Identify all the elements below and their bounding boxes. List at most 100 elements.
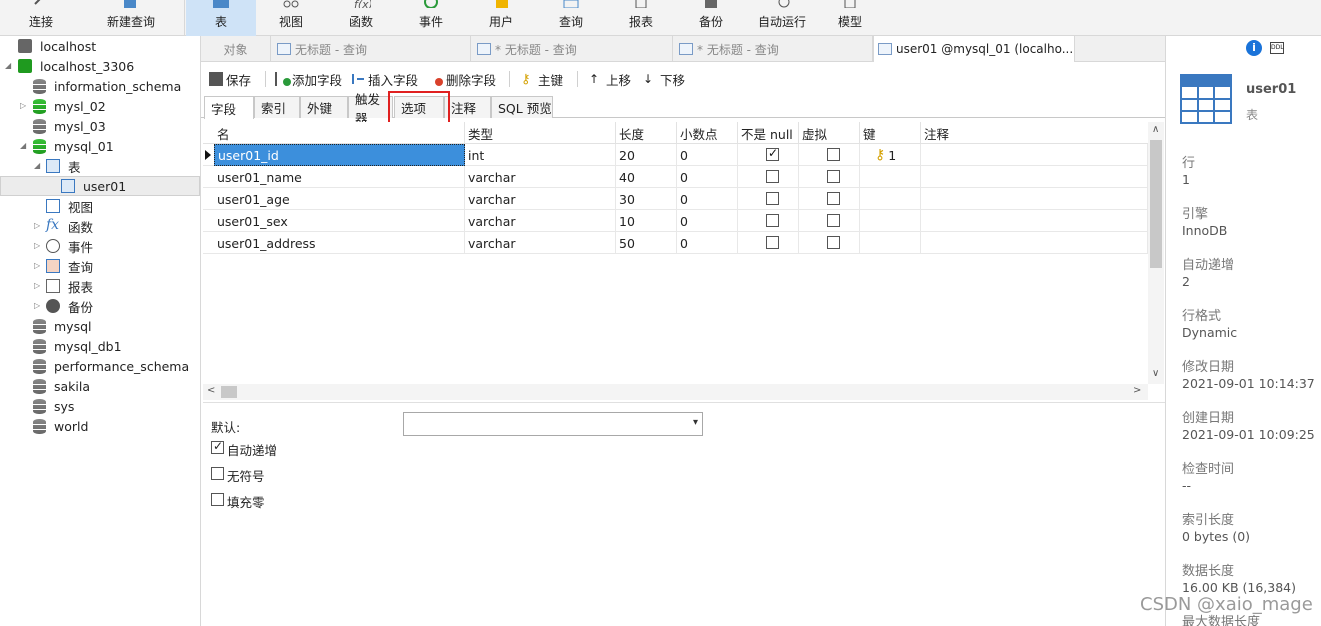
cell-type[interactable]: varchar: [465, 188, 616, 210]
tab-query-3[interactable]: * 无标题 - 查询: [673, 36, 873, 62]
cell-virtual[interactable]: [799, 166, 860, 188]
cell-virtual[interactable]: [799, 232, 860, 254]
tab-user01-design[interactable]: user01 @mysql_01 (localho...: [873, 36, 1075, 62]
ddl-icon[interactable]: DDL: [1270, 42, 1284, 54]
cell-not-null[interactable]: [738, 166, 799, 188]
tree-item-mysl-02[interactable]: ▷ mysl_02: [0, 96, 200, 116]
cell-name[interactable]: user01_name: [214, 166, 465, 188]
collapse-arrow-icon[interactable]: ▷: [34, 242, 42, 250]
primary-key-button[interactable]: ⚷ 主键: [521, 70, 563, 88]
tree-item-tables[interactable]: ◢ 表: [0, 156, 200, 176]
cell-key[interactable]: [860, 166, 921, 188]
cell-key[interactable]: [860, 232, 921, 254]
delete-field-button[interactable]: 删除字段: [429, 70, 496, 88]
collapse-arrow-icon[interactable]: ▷: [34, 282, 42, 290]
tab-foreign-keys[interactable]: 外键: [300, 96, 348, 118]
add-field-button[interactable]: 添加字段: [275, 70, 342, 88]
cell-length[interactable]: 20: [616, 144, 677, 166]
tree-item-reports[interactable]: ▷ 报表: [0, 276, 200, 296]
move-up-button[interactable]: ↑ 上移: [589, 70, 631, 88]
grid-vertical-scrollbar[interactable]: ∧ ∨: [1148, 122, 1164, 384]
tree-item-mysl-03[interactable]: mysl_03: [0, 116, 200, 136]
scroll-thumb[interactable]: [221, 386, 237, 398]
move-down-button[interactable]: ↓ 下移: [643, 70, 685, 88]
cell-virtual[interactable]: [799, 188, 860, 210]
col-header-not-null[interactable]: 不是 null: [738, 122, 799, 144]
not-null-checkbox[interactable]: [766, 236, 779, 249]
event-button[interactable]: 事件: [400, 0, 462, 36]
scroll-left-icon[interactable]: <: [207, 385, 215, 396]
cell-not-null[interactable]: [738, 188, 799, 210]
tree-item-sys[interactable]: sys: [0, 396, 200, 416]
tab-fields[interactable]: 字段: [204, 96, 254, 119]
cell-name[interactable]: user01_address: [214, 232, 465, 254]
not-null-checkbox[interactable]: [766, 214, 779, 227]
col-header-type[interactable]: 类型: [465, 122, 616, 144]
collapse-arrow-icon[interactable]: ▷: [20, 102, 28, 110]
cell-not-null[interactable]: [738, 144, 799, 166]
tab-indexes[interactable]: 索引: [254, 96, 300, 118]
unsigned-checkbox[interactable]: [211, 467, 224, 480]
table-row[interactable]: user01_sex varchar 10 0: [203, 210, 1148, 232]
cell-comment[interactable]: [921, 166, 1148, 188]
cell-key[interactable]: ⚷ 1: [860, 144, 921, 166]
col-header-decimals[interactable]: 小数点: [677, 122, 738, 144]
cell-key[interactable]: [860, 188, 921, 210]
automation-button[interactable]: 自动运行: [752, 0, 812, 36]
col-header-comment[interactable]: 注释: [921, 122, 1148, 144]
tree-item-sakila[interactable]: sakila: [0, 376, 200, 396]
tree-item-information-schema[interactable]: information_schema: [0, 76, 200, 96]
save-button[interactable]: 保存: [209, 70, 251, 88]
cell-name[interactable]: user01_id: [214, 144, 465, 166]
table-row[interactable]: user01_name varchar 40 0: [203, 166, 1148, 188]
tab-options[interactable]: 选项: [394, 96, 444, 118]
user-button[interactable]: 用户: [470, 0, 532, 36]
cell-decimals[interactable]: 0: [677, 210, 738, 232]
col-header-key[interactable]: 键: [860, 122, 921, 144]
cell-name[interactable]: user01_age: [214, 188, 465, 210]
cell-length[interactable]: 10: [616, 210, 677, 232]
cell-length[interactable]: 40: [616, 166, 677, 188]
cell-virtual[interactable]: [799, 210, 860, 232]
not-null-checkbox[interactable]: [766, 170, 779, 183]
collapse-arrow-icon[interactable]: ▷: [34, 222, 42, 230]
cell-not-null[interactable]: [738, 232, 799, 254]
cell-type[interactable]: varchar: [465, 210, 616, 232]
tree-item-mysql[interactable]: mysql: [0, 316, 200, 336]
info-icon[interactable]: i: [1246, 40, 1262, 56]
scroll-up-icon[interactable]: ∧: [1152, 124, 1159, 135]
new-query-button[interactable]: 新建查询: [88, 0, 174, 36]
virtual-checkbox[interactable]: [827, 214, 840, 227]
col-header-virtual[interactable]: 虚拟: [799, 122, 860, 144]
cell-virtual[interactable]: [799, 144, 860, 166]
grid-horizontal-scrollbar[interactable]: < >: [203, 384, 1148, 400]
tree-item-localhost[interactable]: localhost: [0, 36, 200, 56]
cell-comment[interactable]: [921, 210, 1148, 232]
tree-item-mysql-db1[interactable]: mysql_db1: [0, 336, 200, 356]
cell-type[interactable]: varchar: [465, 166, 616, 188]
backup-button[interactable]: 备份: [680, 0, 742, 36]
scroll-thumb[interactable]: [1150, 140, 1162, 268]
cell-key[interactable]: [860, 210, 921, 232]
tab-triggers[interactable]: 触发器: [348, 92, 393, 126]
cell-decimals[interactable]: 0: [677, 188, 738, 210]
table-row[interactable]: user01_age varchar 30 0: [203, 188, 1148, 210]
cell-length[interactable]: 30: [616, 188, 677, 210]
tree-item-localhost-3306[interactable]: ◢ localhost_3306: [0, 56, 200, 76]
cell-type[interactable]: varchar: [465, 232, 616, 254]
virtual-checkbox[interactable]: [827, 148, 840, 161]
cell-comment[interactable]: [921, 144, 1148, 166]
scroll-right-icon[interactable]: >: [1133, 385, 1141, 396]
tree-item-performance-schema[interactable]: performance_schema: [0, 356, 200, 376]
function-button[interactable]: f(x) 函数: [330, 0, 392, 36]
collapse-arrow-icon[interactable]: ▷: [34, 302, 42, 310]
tab-comment[interactable]: 注释: [444, 96, 491, 118]
cell-decimals[interactable]: 0: [677, 232, 738, 254]
default-value-select[interactable]: ▾: [403, 412, 703, 436]
not-null-checkbox[interactable]: [766, 192, 779, 205]
tree-item-world[interactable]: world: [0, 416, 200, 436]
scroll-down-icon[interactable]: ∨: [1152, 368, 1159, 379]
cell-name[interactable]: user01_sex: [214, 210, 465, 232]
expand-arrow-icon[interactable]: ◢: [20, 142, 28, 150]
view-button[interactable]: 视图: [260, 0, 322, 36]
